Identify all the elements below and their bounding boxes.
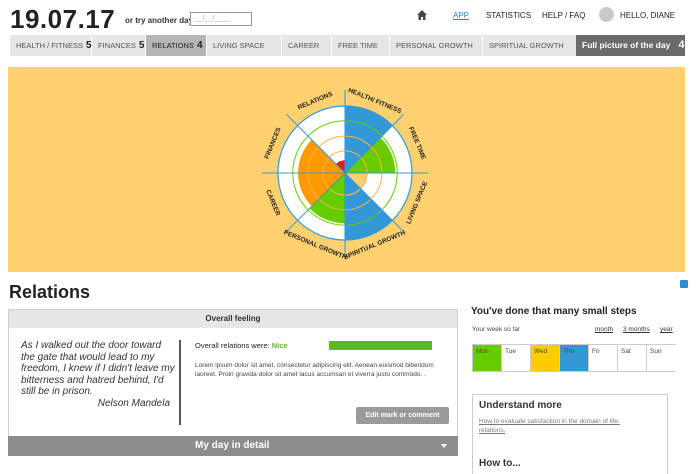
overall-feeling-label: Overall relations were: Nice xyxy=(195,341,288,350)
date-picker-input[interactable]: __/__/____ xyxy=(190,12,252,26)
day-tue[interactable]: Tue xyxy=(502,345,531,371)
tab-score: 4 xyxy=(196,40,203,51)
range-month[interactable]: month xyxy=(595,326,613,333)
wheel-label: CAREER xyxy=(264,189,281,217)
tab-score: 5 xyxy=(138,40,145,51)
tab-career[interactable]: CAREER xyxy=(282,35,332,56)
tab-full-picture[interactable]: Full picture of the day 4 xyxy=(576,35,686,56)
nav-help-faq[interactable]: HELP / FAQ xyxy=(542,11,585,20)
tab-finances[interactable]: FINANCES 5 xyxy=(92,35,146,56)
home-icon[interactable] xyxy=(416,9,428,21)
understand-more-title: Understand more xyxy=(479,400,562,411)
section-title: Relations xyxy=(9,282,91,302)
quote-author: Nelson Mandela xyxy=(97,397,170,409)
feeling-bar xyxy=(329,341,432,350)
comment-text: Lorem ipsum dolor sit amet, consectetur … xyxy=(195,362,434,378)
divider xyxy=(179,340,181,425)
nav-app[interactable]: APP xyxy=(453,11,469,20)
day-fri[interactable]: Fri xyxy=(589,345,618,371)
tab-personal-growth[interactable]: PERSONAL GROWTH xyxy=(390,35,483,56)
panel-header: Overall feeling xyxy=(9,310,457,328)
feeling-value: Nice xyxy=(271,341,288,350)
avatar[interactable] xyxy=(599,7,614,22)
tab-label: Full picture of the day xyxy=(582,40,671,50)
tab-score: 5 xyxy=(85,40,92,51)
evaluate-satisfaction-link[interactable]: How to evaluate satisfaction in the doma… xyxy=(479,418,639,435)
day-thu[interactable]: Thu xyxy=(560,345,589,371)
life-wheel: RELATIONS HEALTH/ FITNESSFREE TIMELIVING … xyxy=(262,87,429,262)
tab-label: PERSONAL GROWTH xyxy=(396,41,473,50)
range-year[interactable]: year xyxy=(660,326,673,333)
try-another-day-label: or try another day xyxy=(125,16,194,25)
tab-label: CAREER xyxy=(288,41,320,50)
feeling-caption: Overall relations were: xyxy=(195,341,270,350)
edit-mark-button[interactable]: Edit mark or comment xyxy=(356,407,449,424)
tab-label: SPIRITUAL GROWTH xyxy=(489,41,564,50)
tab-label: HEALTH / FITNESS xyxy=(16,41,83,50)
tab-relations[interactable]: RELATIONS 4 xyxy=(146,35,207,56)
quote-text: As I walked out the door toward the gate… xyxy=(21,340,175,397)
day-wed[interactable]: Wed xyxy=(531,345,560,371)
side-menu-icon[interactable] xyxy=(680,280,688,288)
chevron-down-icon xyxy=(441,444,447,448)
understand-more-box: Understand more How to evaluate satisfac… xyxy=(472,394,668,474)
domain-tabs: HEALTH / FITNESS 5 FINANCES 5 RELATIONS 4 L… xyxy=(10,35,686,56)
how-to-title: How to... xyxy=(479,458,521,469)
week-label: Your week so far xyxy=(472,326,521,333)
tab-label: FREE TIME xyxy=(338,41,378,50)
nav-statistics[interactable]: STATISTICS xyxy=(486,11,531,20)
week-calendar: Mon Tue Wed Thu Fri Sat Sun xyxy=(472,344,676,372)
tab-free-time[interactable]: FREE TIME xyxy=(332,35,390,56)
range-3-months[interactable]: 3 months xyxy=(623,326,650,333)
day-sun[interactable]: Sun xyxy=(647,345,676,371)
header: 19.07.17 or try another day __/__/____ A… xyxy=(0,0,700,34)
tab-label: RELATIONS xyxy=(152,41,194,50)
quote: As I walked out the door toward the gate… xyxy=(21,340,176,409)
day-mon[interactable]: Mon xyxy=(473,345,502,371)
user-greeting[interactable]: HELLO, DIANE xyxy=(620,11,675,20)
tab-spiritual-growth[interactable]: SPIRITUAL GROWTH xyxy=(483,35,577,56)
current-date: 19.07.17 xyxy=(10,4,116,34)
tab-score: 4 xyxy=(678,39,685,51)
day-detail-label: My day in detail xyxy=(195,440,270,451)
small-steps-title: You've done that many small steps xyxy=(471,306,637,317)
tab-label: LIVING SPACE xyxy=(213,41,265,50)
tab-health-fitness[interactable]: HEALTH / FITNESS 5 xyxy=(10,35,92,56)
tab-living-space[interactable]: LIVING SPACE xyxy=(207,35,282,56)
life-wheel-banner: RELATIONS HEALTH/ FITNESS FREE TIME LIVING … xyxy=(8,67,685,272)
tab-label: FINANCES xyxy=(98,41,136,50)
day-sat[interactable]: Sat xyxy=(618,345,647,371)
overall-feeling-panel: Overall feeling As I walked out the door… xyxy=(8,309,458,455)
day-detail-toggle[interactable]: My day in detail xyxy=(8,436,458,456)
